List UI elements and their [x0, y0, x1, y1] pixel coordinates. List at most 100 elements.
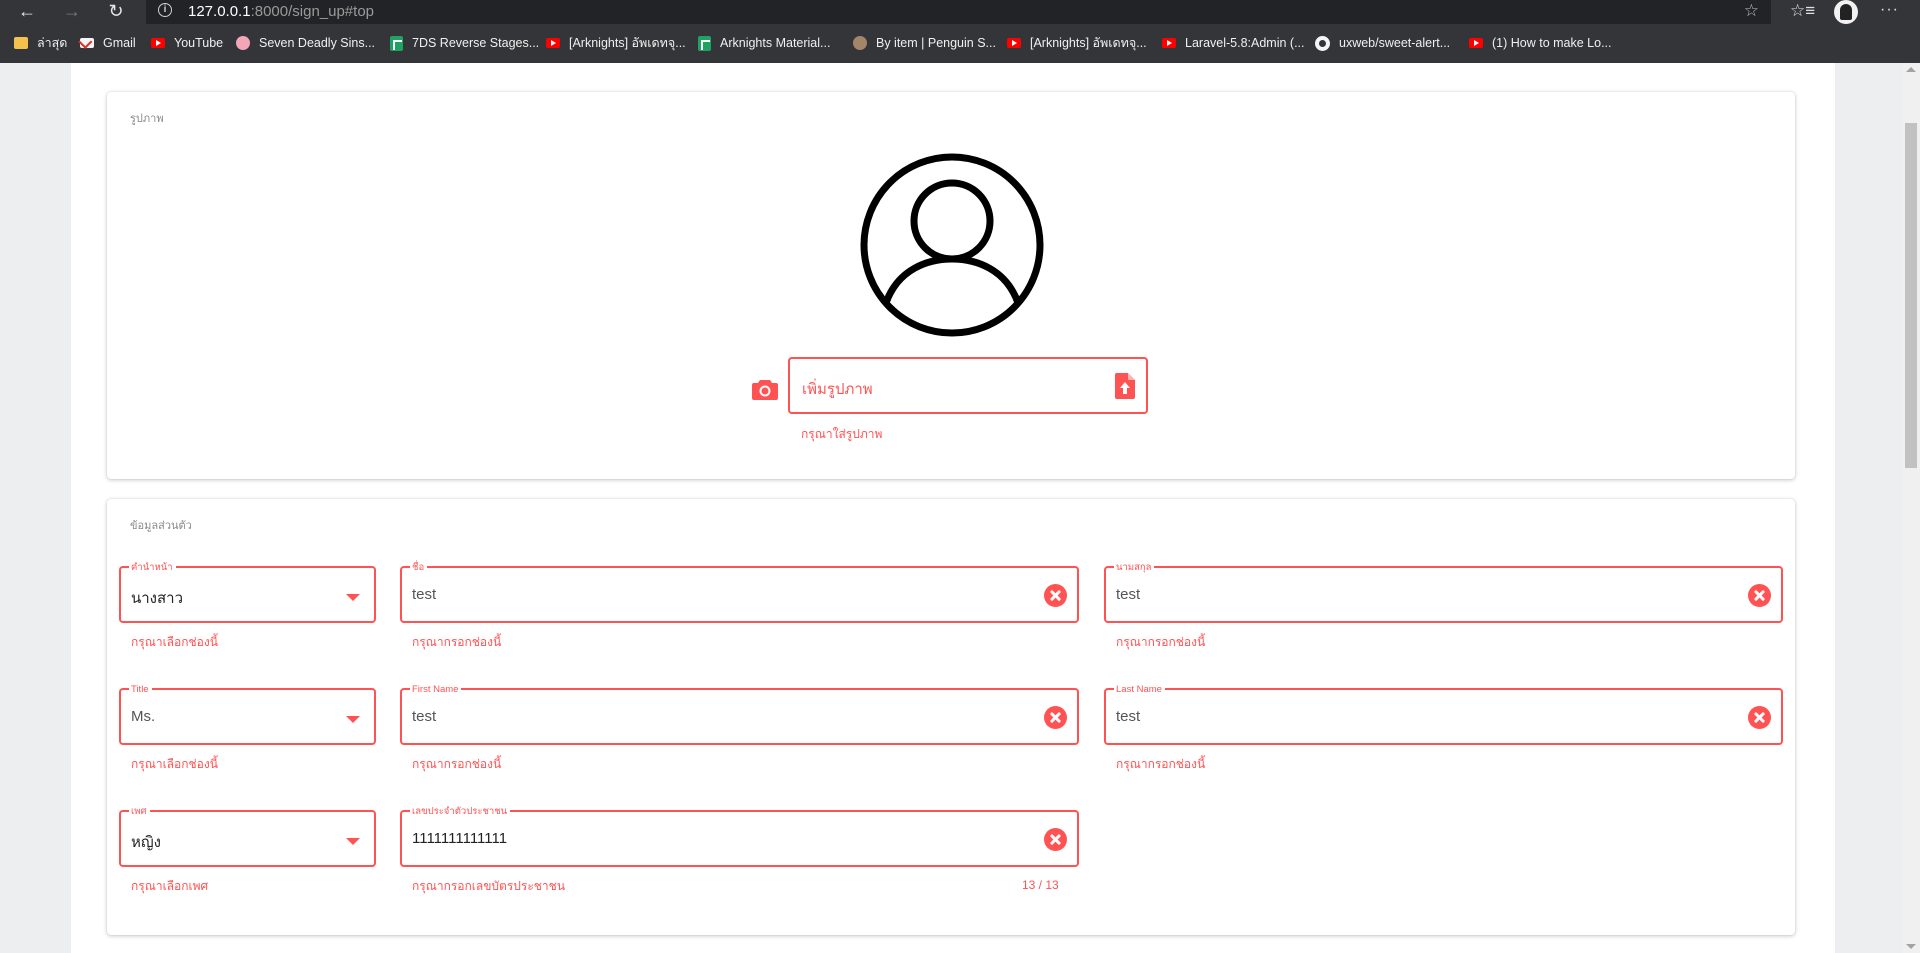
clear-icon[interactable]	[1748, 706, 1771, 729]
url-text[interactable]: 127.0.0.1:8000/sign_up#top	[188, 3, 374, 20]
gender-label: เพศ	[129, 807, 150, 817]
bookmark-item[interactable]: [Arknights] อัพเดทจุ...	[1007, 34, 1147, 52]
national-id-input[interactable]: เลขประจำตัวประชาชน 1111111111111	[400, 807, 1079, 867]
bookmark-item[interactable]: Arknights Material...	[698, 34, 830, 52]
penguin-icon	[853, 36, 867, 50]
last-name-th-error: กรุณากรอกช่องนี้	[1116, 635, 1206, 649]
bookmark-item[interactable]: Seven Deadly Sins...	[236, 34, 375, 52]
scroll-up-icon[interactable]	[1906, 67, 1916, 72]
bookmark-item[interactable]: By item | Penguin S...	[853, 34, 996, 52]
url-host: 127.0.0.1	[188, 3, 251, 20]
photo-section-title: รูปภาพ	[130, 113, 164, 125]
sheets-icon	[698, 35, 711, 51]
gender-value: หญิง	[131, 834, 161, 851]
gender-select[interactable]: เพศ หญิง	[119, 807, 376, 867]
more-icon[interactable]: ···	[1880, 0, 1899, 20]
bookmark-label: 7DS Reverse Stages...	[412, 36, 540, 50]
profile-avatar[interactable]	[1834, 0, 1858, 24]
refresh-icon[interactable]: ↻	[101, 0, 131, 24]
last-name-en-value: test	[1116, 708, 1141, 725]
photo-card: รูปภาพ เพิ่มรูปภาพ กรุณาใส่รูปภาพ	[107, 92, 1795, 479]
first-name-th-input[interactable]: ชื่อ test	[400, 563, 1079, 623]
bookmark-item[interactable]: (1) How to make Lo...	[1469, 34, 1612, 52]
bookmark-item[interactable]: YouTube	[151, 34, 223, 52]
last-name-th-value: test	[1116, 586, 1141, 603]
youtube-icon	[1162, 38, 1176, 48]
forward-arrow-icon[interactable]: →	[57, 0, 87, 24]
bookmark-label: [Arknights] อัพเดทจุ...	[569, 36, 686, 50]
bookmark-label: Arknights Material...	[720, 36, 831, 50]
bookmark-label: (1) How to make Lo...	[1492, 36, 1612, 50]
clear-icon[interactable]	[1044, 584, 1067, 607]
star-icon[interactable]: ☆	[1744, 1, 1759, 21]
bookmark-label: Laravel-5.8:Admin (...	[1185, 36, 1305, 50]
title-en-error: กรุณาเลือกช่องนี้	[131, 757, 218, 771]
scrollbar[interactable]	[1902, 63, 1920, 953]
personal-section-title: ข้อมูลส่วนตัว	[130, 520, 192, 532]
bookmark-label: Gmail	[103, 36, 136, 50]
first-name-en-label: First Name	[410, 685, 462, 695]
national-id-label: เลขประจำตัวประชาชน	[410, 807, 511, 817]
prefix-th-value: นางสาว	[131, 590, 184, 607]
clear-icon[interactable]	[1748, 584, 1771, 607]
dropdown-caret-icon[interactable]	[346, 594, 360, 601]
national-id-value: 1111111111111	[412, 830, 508, 847]
brain-icon	[236, 36, 250, 50]
github-icon	[1315, 35, 1330, 51]
file-upload-icon[interactable]	[1115, 373, 1135, 399]
photo-upload-field[interactable]: เพิ่มรูปภาพ	[788, 357, 1148, 414]
last-name-th-input[interactable]: นามสกุล test	[1104, 563, 1783, 623]
gmail-icon	[80, 38, 94, 48]
bookmark-item[interactable]: Laravel-5.8:Admin (...	[1162, 34, 1305, 52]
clear-icon[interactable]	[1044, 706, 1067, 729]
personal-info-card: ข้อมูลส่วนตัว คำนำหน้า นางสาว กรุณาเลือก…	[107, 499, 1795, 935]
bookmark-label: ล่าสุด	[37, 36, 68, 50]
last-name-en-input[interactable]: Last Name test	[1104, 685, 1783, 745]
national-id-error: กรุณากรอกเลขบัตรประชาชน	[412, 879, 566, 893]
title-en-value: Ms.	[131, 708, 156, 725]
first-name-th-error: กรุณากรอกช่องนี้	[412, 635, 502, 649]
bookmark-label: uxweb/sweet-alert...	[1339, 36, 1451, 50]
first-name-en-value: test	[412, 708, 437, 725]
url-path: :8000/sign_up#top	[250, 3, 375, 20]
bookmark-label: YouTube	[174, 36, 224, 50]
scroll-down-icon[interactable]	[1906, 944, 1916, 949]
photo-upload-error: กรุณาใส่รูปภาพ	[801, 427, 883, 441]
bookmark-item[interactable]: uxweb/sweet-alert...	[1315, 34, 1450, 52]
bookmarks-bar: ล่าสุด Gmail YouTube Seven Deadly Sins..…	[0, 24, 1920, 63]
first-name-th-value: test	[412, 586, 437, 603]
first-name-en-error: กรุณากรอกช่องนี้	[412, 757, 502, 771]
bookmark-item[interactable]: Gmail	[80, 34, 136, 52]
camera-icon[interactable]	[752, 378, 778, 400]
sheets-icon	[390, 35, 403, 51]
last-name-en-label: Last Name	[1114, 685, 1165, 695]
info-icon[interactable]: i	[158, 3, 172, 17]
dropdown-caret-icon[interactable]	[346, 716, 360, 723]
clear-icon[interactable]	[1044, 828, 1067, 851]
prefix-th-select[interactable]: คำนำหน้า นางสาว	[119, 563, 376, 623]
back-arrow-icon[interactable]: ←	[12, 0, 42, 24]
title-en-select[interactable]: Title Ms.	[119, 685, 376, 745]
youtube-icon	[546, 38, 560, 48]
youtube-icon	[151, 38, 165, 48]
address-bar[interactable]: i 127.0.0.1:8000/sign_up#top ☆	[146, 0, 1771, 24]
bookmark-item[interactable]: 7DS Reverse Stages...	[390, 34, 539, 52]
bookmark-label: By item | Penguin S...	[876, 36, 996, 50]
first-name-en-input[interactable]: First Name test	[400, 685, 1079, 745]
youtube-icon	[1469, 38, 1483, 48]
bookmark-item[interactable]: [Arknights] อัพเดทจุ...	[546, 34, 686, 52]
title-en-label: Title	[129, 685, 152, 695]
character-counter: 13 / 13	[1022, 878, 1059, 892]
user-avatar-icon	[860, 153, 1044, 337]
last-name-th-label: นามสกุล	[1114, 563, 1155, 573]
bookmark-label: [Arknights] อัพเดทจุ...	[1030, 36, 1147, 50]
youtube-icon	[1007, 38, 1021, 48]
scroll-thumb[interactable]	[1905, 123, 1917, 468]
last-name-en-error: กรุณากรอกช่องนี้	[1116, 757, 1206, 771]
bookmark-item[interactable]: ล่าสุด	[14, 34, 67, 52]
dropdown-caret-icon[interactable]	[346, 838, 360, 845]
gender-error: กรุณาเลือกเพศ	[131, 879, 209, 893]
bookmark-label: Seven Deadly Sins...	[259, 36, 376, 50]
folder-icon	[14, 37, 28, 49]
favorites-icon[interactable]: ☆≡	[1790, 0, 1815, 22]
